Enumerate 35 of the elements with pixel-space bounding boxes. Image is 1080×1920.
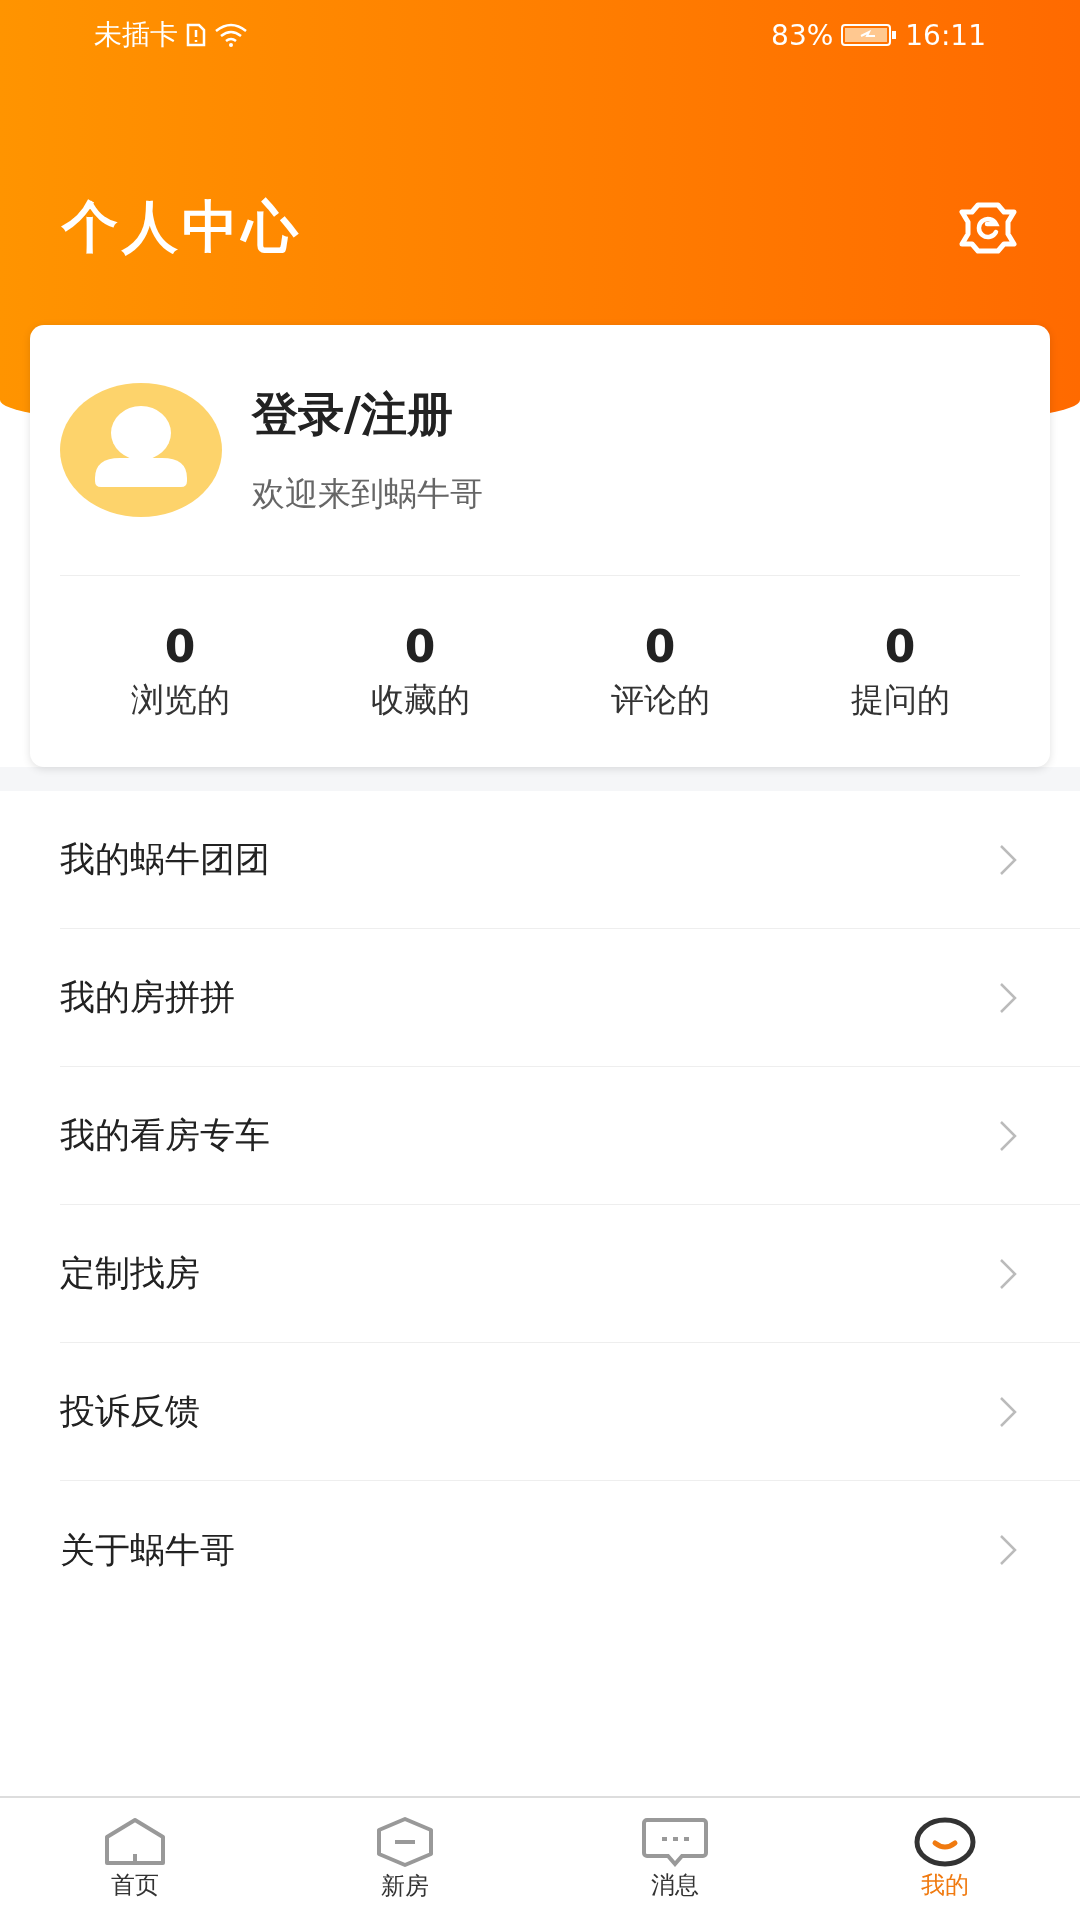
stat-item[interactable]: 0 提问的 xyxy=(780,620,1020,723)
login-register-link[interactable]: 登录/注册 xyxy=(252,383,483,446)
sim-alert-icon xyxy=(186,23,206,47)
home-icon xyxy=(104,1817,166,1867)
tab-bar-item[interactable]: 首页 xyxy=(0,1798,270,1920)
tab-bar-item[interactable]: 新房 xyxy=(270,1798,540,1920)
menu-item[interactable]: 我的看房专车 xyxy=(60,1067,1080,1205)
welcome-text: 欢迎来到蜗牛哥 xyxy=(252,472,483,515)
avatar-icon[interactable] xyxy=(60,383,222,517)
chevron-right-icon xyxy=(998,1256,1018,1291)
menu-item[interactable]: 定制找房 xyxy=(60,1205,1080,1343)
settings-button[interactable] xyxy=(958,202,1018,254)
clock-time: 16:11 xyxy=(905,18,986,52)
stat-item[interactable]: 0 收藏的 xyxy=(300,620,540,723)
chevron-right-icon xyxy=(998,842,1018,877)
stat-item[interactable]: 0 浏览的 xyxy=(60,620,300,723)
carrier-text: 未插卡 xyxy=(94,17,178,53)
hexagon-icon xyxy=(376,1816,434,1868)
menu-item[interactable]: 我的房拼拼 xyxy=(60,929,1080,1067)
chevron-right-icon xyxy=(998,1533,1018,1567)
stat-item[interactable]: 0 评论的 xyxy=(540,620,780,723)
message-icon xyxy=(642,1817,708,1867)
wifi-icon xyxy=(214,23,248,47)
page-title: 个人中心 xyxy=(62,193,302,261)
tab-bar-item[interactable]: 消息 xyxy=(540,1798,810,1920)
smile-icon xyxy=(914,1817,976,1867)
chevron-right-icon xyxy=(998,1394,1018,1429)
settings-icon xyxy=(958,202,1018,254)
chevron-right-icon xyxy=(998,1118,1018,1153)
battery-icon xyxy=(841,23,898,47)
battery-percent: 83% xyxy=(771,18,834,52)
menu-item[interactable]: 关于蜗牛哥 xyxy=(60,1481,1080,1619)
chevron-right-icon xyxy=(998,980,1018,1015)
menu-item[interactable]: 投诉反馈 xyxy=(60,1343,1080,1481)
menu-item[interactable]: 我的蜗牛团团 xyxy=(60,791,1080,929)
